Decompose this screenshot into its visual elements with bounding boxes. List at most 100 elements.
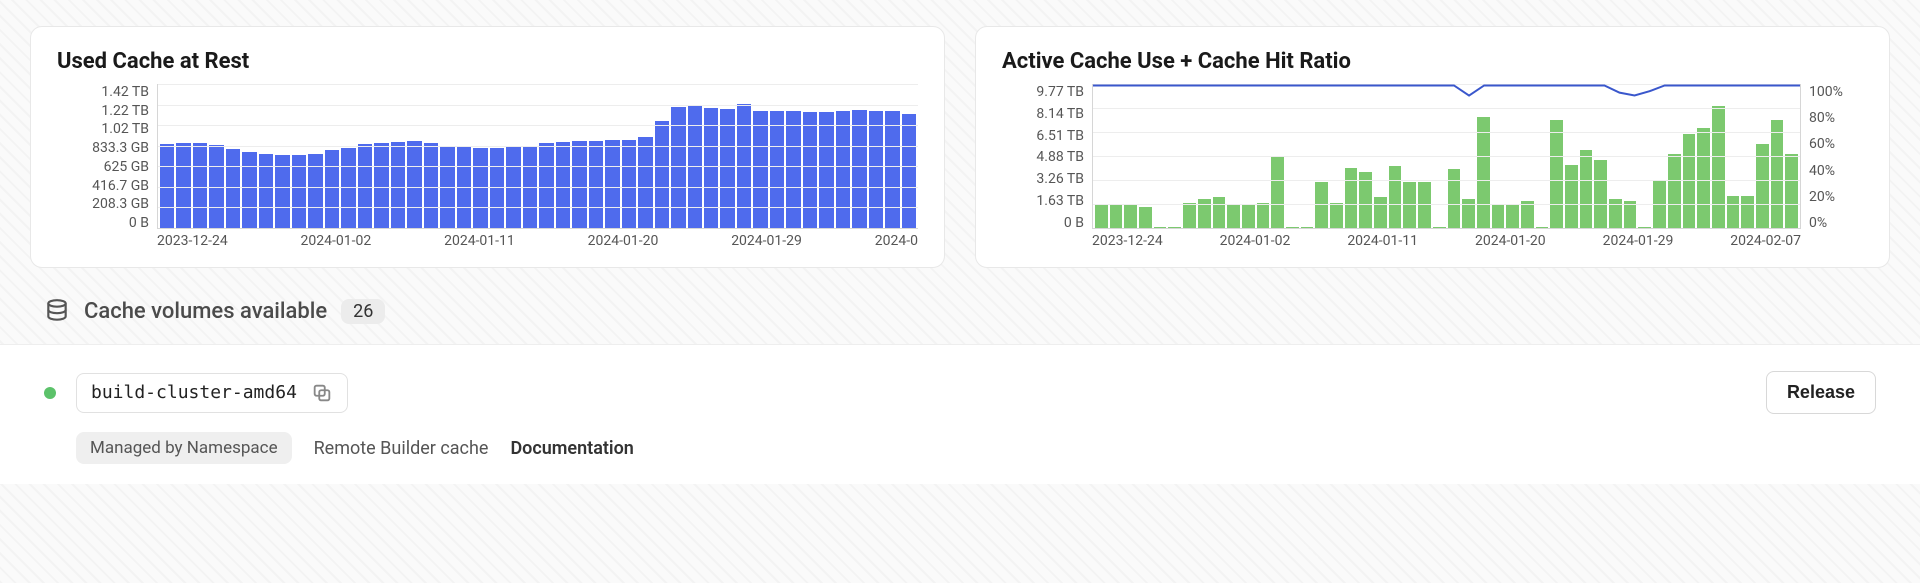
chart1-bar — [374, 143, 388, 228]
chart1-bar — [358, 144, 372, 228]
chart2-bar — [1741, 196, 1754, 228]
chart2-bar — [1668, 154, 1681, 228]
chart1-bar — [836, 111, 850, 228]
chart1-bar — [209, 145, 223, 228]
cluster-name-text: build-cluster-amd64 — [91, 382, 297, 403]
chart2-bar — [1462, 199, 1475, 228]
chart2-bar — [1139, 207, 1152, 228]
chart1-bar — [622, 140, 636, 228]
chart2-bar — [1506, 204, 1519, 228]
chart1-bar — [292, 155, 306, 228]
chart1-x-axis: 2023-12-242024-01-022024-01-112024-01-20… — [157, 229, 918, 249]
chart2-bar — [1301, 227, 1314, 228]
chart2-bar — [1345, 168, 1358, 228]
chart1-bar — [704, 108, 718, 228]
chart2-x-axis: 2023-12-242024-01-022024-01-112024-01-20… — [1092, 229, 1801, 249]
managed-by-badge: Managed by Namespace — [76, 432, 292, 464]
chart1-bar — [160, 144, 174, 228]
chart1-bar — [259, 154, 273, 228]
chart1-bar — [308, 154, 322, 228]
remote-builder-label: Remote Builder cache — [314, 438, 489, 459]
chart2-bar — [1359, 172, 1372, 228]
chart2-y-axis-left: 9.77 TB8.14 TB6.51 TB4.88 TB3.26 TB1.63 … — [1002, 84, 1092, 249]
chart1-bar — [391, 142, 405, 228]
chart2-bar — [1624, 201, 1637, 228]
chart1-bar — [753, 111, 767, 228]
chart1-bar — [852, 110, 866, 228]
chart2-bar — [1330, 203, 1343, 228]
chart2-bar — [1257, 203, 1270, 228]
chart-title: Used Cache at Rest — [57, 49, 918, 74]
chart2-bar — [1492, 204, 1505, 228]
volume-item: build-cluster-amd64 Release Managed by N… — [0, 344, 1920, 484]
chart2-bar — [1550, 120, 1563, 228]
volume-count-badge: 26 — [341, 299, 385, 324]
chart2-bar — [1536, 227, 1549, 228]
chart1-bar — [341, 148, 355, 228]
chart2-bar — [1110, 204, 1123, 228]
chart2-bar — [1403, 182, 1416, 228]
chart2-bar — [1580, 150, 1593, 228]
chart1-bar — [720, 109, 734, 228]
chart2-plot — [1092, 84, 1801, 229]
chart1-bar — [556, 142, 570, 228]
chart1-bar — [671, 107, 685, 228]
chart1-bar — [242, 152, 256, 228]
chart2-bar — [1756, 144, 1769, 228]
chart2-bar — [1154, 227, 1167, 228]
chart1-bar — [688, 106, 702, 228]
chart1-bar — [819, 112, 833, 228]
chart2-bar — [1286, 227, 1299, 228]
chart2-bar — [1198, 199, 1211, 228]
chart1-bar — [193, 143, 207, 228]
chart1-bar — [440, 146, 454, 228]
chart1-bar — [523, 146, 537, 228]
chart1-plot — [157, 84, 918, 229]
chart1-bar — [473, 148, 487, 228]
chart1-bar — [176, 143, 190, 228]
chart2-bar — [1594, 160, 1607, 228]
chart1-bar — [737, 104, 751, 228]
chart2-bar — [1697, 128, 1710, 228]
chart1-bar — [424, 143, 438, 228]
chart2-bar — [1418, 182, 1431, 228]
chart1-bar — [275, 155, 289, 228]
card-used-cache-at-rest: Used Cache at Rest 1.42 TB1.22 TB1.02 TB… — [30, 26, 945, 268]
chart2-bar — [1565, 165, 1578, 228]
chart2-bar — [1477, 117, 1490, 228]
chart2-bar — [1242, 204, 1255, 228]
chart1-bar — [457, 147, 471, 228]
chart1-y-axis: 1.42 TB1.22 TB1.02 TB833.3 GB625 GB416.7… — [57, 84, 157, 249]
chart2-bar — [1389, 166, 1402, 228]
chart1-bar — [803, 112, 817, 228]
chart-title: Active Cache Use + Cache Hit Ratio — [1002, 49, 1863, 74]
chart1-bar — [325, 150, 339, 228]
release-button[interactable]: Release — [1766, 371, 1876, 414]
database-icon — [44, 298, 70, 324]
chart1-bar — [407, 141, 421, 228]
documentation-link[interactable]: Documentation — [510, 438, 633, 459]
chart1-bar — [589, 141, 603, 228]
chart2-bar — [1213, 197, 1226, 228]
copy-icon[interactable] — [311, 382, 333, 404]
chart2-bar — [1168, 227, 1181, 228]
cluster-name-chip[interactable]: build-cluster-amd64 — [76, 373, 348, 413]
chart2-y-axis-right: 100%80%60%40%20%0% — [1801, 84, 1863, 249]
status-dot-online — [44, 387, 56, 399]
chart1-bar — [885, 111, 899, 228]
chart2-bar — [1727, 196, 1740, 228]
chart2-bar — [1227, 204, 1240, 228]
chart1-bar — [226, 149, 240, 228]
card-active-cache-use: Active Cache Use + Cache Hit Ratio 9.77 … — [975, 26, 1890, 268]
chart1-bar — [572, 141, 586, 228]
chart2-bar — [1609, 199, 1622, 228]
chart2-bar — [1183, 203, 1196, 228]
chart2-bar — [1712, 106, 1725, 228]
chart2-bar — [1374, 197, 1387, 228]
chart2-bar — [1638, 227, 1651, 228]
chart2-bar — [1271, 156, 1284, 228]
chart2-bar — [1315, 182, 1328, 228]
chart2-bar — [1433, 227, 1446, 228]
section-title: Cache volumes available — [84, 299, 327, 324]
chart1-bar — [770, 111, 784, 228]
